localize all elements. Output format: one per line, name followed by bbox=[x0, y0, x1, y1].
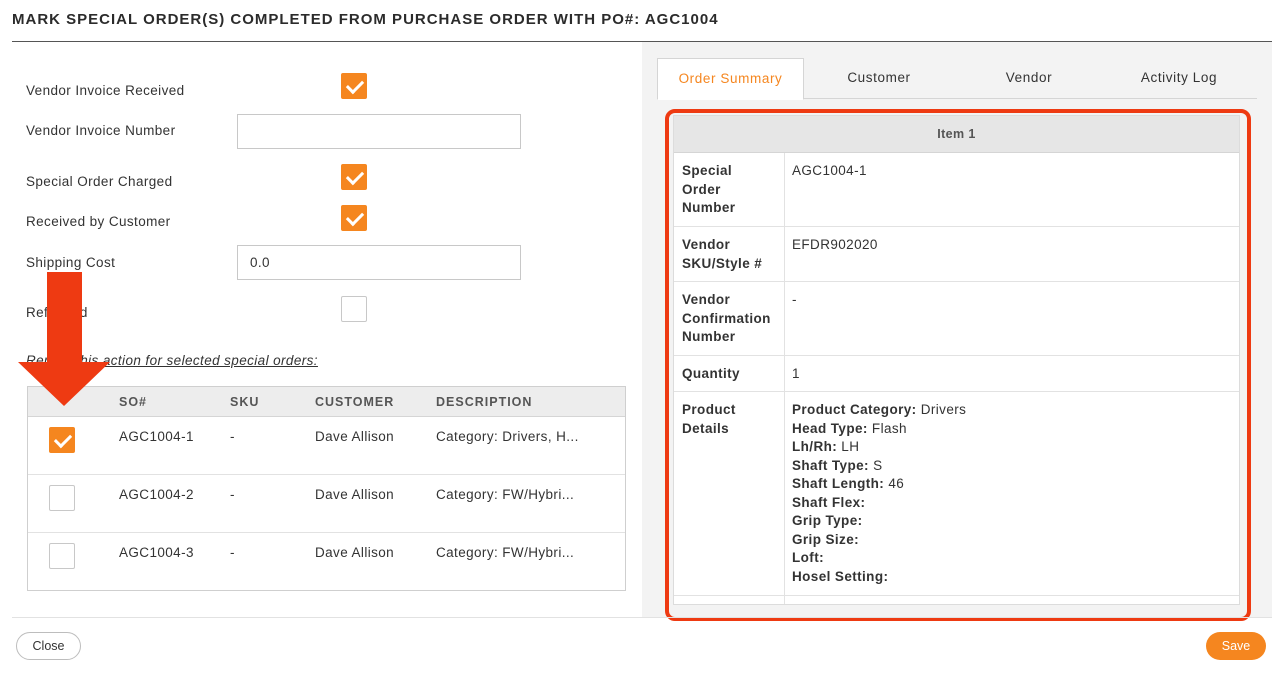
table-row: AGC1004-1 - Dave Allison Category: Drive… bbox=[28, 417, 625, 475]
vendor-invoice-number-label: Vendor Invoice Number bbox=[26, 123, 176, 138]
received-by-customer-checkbox[interactable] bbox=[341, 205, 367, 231]
special-order-charged-label: Special Order Charged bbox=[26, 174, 173, 189]
customer: Dave Allison bbox=[315, 429, 395, 444]
close-button[interactable]: Close bbox=[16, 632, 81, 660]
row-select-checkbox[interactable] bbox=[49, 427, 75, 453]
description: Category: FW/Hybri... bbox=[436, 487, 575, 502]
column-header-sku: SKU bbox=[230, 395, 260, 409]
red-highlight-annotation bbox=[665, 109, 1251, 621]
vendor-invoice-number-input[interactable] bbox=[237, 114, 521, 149]
shipping-cost-input[interactable] bbox=[237, 245, 521, 280]
received-by-customer-label: Received by Customer bbox=[26, 214, 171, 229]
column-header-so: SO# bbox=[119, 395, 148, 409]
so-number: AGC1004-1 bbox=[119, 429, 194, 444]
sku: - bbox=[230, 429, 235, 444]
tab-customer[interactable]: Customer bbox=[804, 58, 954, 99]
special-order-charged-checkbox[interactable] bbox=[341, 164, 367, 190]
tab-activity-log[interactable]: Activity Log bbox=[1104, 58, 1254, 99]
row-select-checkbox[interactable] bbox=[49, 543, 75, 569]
table-header: SO# SKU CUSTOMER DESCRIPTION bbox=[28, 387, 625, 417]
so-number: AGC1004-2 bbox=[119, 487, 194, 502]
customer: Dave Allison bbox=[315, 545, 395, 560]
table-row: AGC1004-3 - Dave Allison Category: FW/Hy… bbox=[28, 533, 625, 591]
special-orders-table: SO# SKU CUSTOMER DESCRIPTION AGC1004-1 -… bbox=[27, 386, 626, 591]
description: Category: FW/Hybri... bbox=[436, 545, 575, 560]
tab-order-summary[interactable]: Order Summary bbox=[657, 58, 804, 100]
description: Category: Drivers, H... bbox=[436, 429, 579, 444]
save-button[interactable]: Save bbox=[1206, 632, 1266, 660]
customer: Dave Allison bbox=[315, 487, 395, 502]
footer-divider bbox=[12, 617, 1272, 618]
column-header-customer: CUSTOMER bbox=[315, 395, 395, 409]
details-tabs: Order Summary Customer Vendor Activity L… bbox=[657, 58, 1257, 100]
column-header-description: DESCRIPTION bbox=[436, 395, 533, 409]
red-arrow-annotation-icon bbox=[18, 272, 110, 406]
tab-vendor[interactable]: Vendor bbox=[954, 58, 1104, 99]
vendor-invoice-received-label: Vendor Invoice Received bbox=[26, 83, 185, 98]
refunded-checkbox[interactable] bbox=[341, 296, 367, 322]
row-select-checkbox[interactable] bbox=[49, 485, 75, 511]
so-number: AGC1004-3 bbox=[119, 545, 194, 560]
table-row: AGC1004-2 - Dave Allison Category: FW/Hy… bbox=[28, 475, 625, 533]
vendor-invoice-received-checkbox[interactable] bbox=[341, 73, 367, 99]
page-title: MARK SPECIAL ORDER(S) COMPLETED FROM PUR… bbox=[12, 11, 719, 28]
shipping-cost-label: Shipping Cost bbox=[26, 255, 116, 270]
sku: - bbox=[230, 545, 235, 560]
sku: - bbox=[230, 487, 235, 502]
